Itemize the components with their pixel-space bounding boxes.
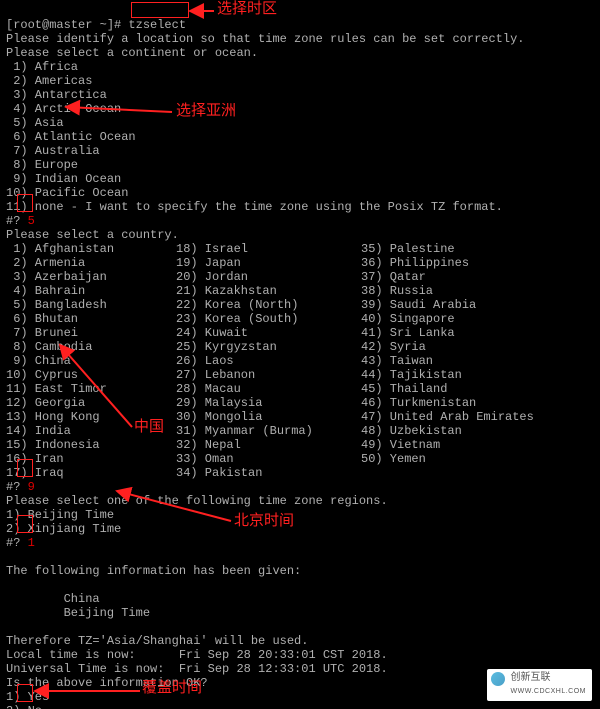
country-option: 10) Cyprus xyxy=(6,368,176,382)
country-option: 19) Japan xyxy=(176,256,361,270)
country-option: 5) Bangladesh xyxy=(6,298,176,312)
country-option: 35) Palestine xyxy=(361,242,455,256)
input-prompt: #? xyxy=(6,214,28,228)
continent-option: 4) Arctic Ocean xyxy=(6,102,121,116)
country-option: 14) India xyxy=(6,424,176,438)
country-option: 43) Taiwan xyxy=(361,354,433,368)
info-line: China xyxy=(6,592,100,606)
country-option: 31) Myanmar (Burma) xyxy=(176,424,361,438)
country-option: 20) Jordan xyxy=(176,270,361,284)
country-option: 21) Kazakhstan xyxy=(176,284,361,298)
input-prompt: #? xyxy=(6,536,28,550)
country-option: 4) Bahrain xyxy=(6,284,176,298)
country-option: 1) Afghanistan xyxy=(6,242,176,256)
shell-prompt: [root@master ~]# xyxy=(6,18,128,32)
tz-line: Therefore TZ='Asia/Shanghai' will be use… xyxy=(6,634,308,648)
country-option: 28) Macau xyxy=(176,382,361,396)
country-header: Please select a country. xyxy=(6,228,179,242)
watermark: 创新互联 WWW.CDCXHL.COM xyxy=(487,669,592,701)
continent-option: 6) Atlantic Ocean xyxy=(6,130,136,144)
country-option: 45) Thailand xyxy=(361,382,447,396)
country-option: 8) Cambodia xyxy=(6,340,176,354)
user-input[interactable]: 9 xyxy=(28,480,35,494)
intro-line-2: Please select a continent or ocean. xyxy=(6,46,258,60)
country-option: 37) Qatar xyxy=(361,270,426,284)
country-option: 30) Mongolia xyxy=(176,410,361,424)
region-option: 1) Beijing Time xyxy=(6,508,114,522)
continent-option: 1) Africa xyxy=(6,60,78,74)
country-option: 46) Turkmenistan xyxy=(361,396,476,410)
input-prompt: #? xyxy=(6,480,28,494)
country-option: 11) East Timor xyxy=(6,382,176,396)
continent-option: 10) Pacific Ocean xyxy=(6,186,128,200)
country-option: 25) Kyrgyzstan xyxy=(176,340,361,354)
info-line: Beijing Time xyxy=(6,606,150,620)
country-option: 23) Korea (South) xyxy=(176,312,361,326)
country-option: 47) United Arab Emirates xyxy=(361,410,534,424)
country-option: 27) Lebanon xyxy=(176,368,361,382)
user-input[interactable]: 5 xyxy=(28,214,35,228)
yn-option: 1) Yes xyxy=(6,690,49,704)
watermark-url: WWW.CDCXHL.COM xyxy=(511,685,586,699)
country-option: 49) Vietnam xyxy=(361,438,440,452)
terminal-output: [root@master ~]# tzselect Please identif… xyxy=(0,0,600,709)
country-option: 39) Saudi Arabia xyxy=(361,298,476,312)
country-option: 24) Kuwait xyxy=(176,326,361,340)
user-input[interactable]: 1 xyxy=(28,536,35,550)
country-option: 38) Russia xyxy=(361,284,433,298)
continent-option: 11) none - I want to specify the time zo… xyxy=(6,200,503,214)
country-option: 2) Armenia xyxy=(6,256,176,270)
country-option: 18) Israel xyxy=(176,242,361,256)
region-option: 2) Xinjiang Time xyxy=(6,522,121,536)
country-option: 15) Indonesia xyxy=(6,438,176,452)
country-option: 16) Iran xyxy=(6,452,176,466)
continent-option: 5) Asia xyxy=(6,116,64,130)
country-option: 22) Korea (North) xyxy=(176,298,361,312)
local-time: Local time is now: Fri Sep 28 20:33:01 C… xyxy=(6,648,388,662)
country-option: 48) Uzbekistan xyxy=(361,424,462,438)
ok-question: Is the above information OK? xyxy=(6,676,208,690)
continent-option: 8) Europe xyxy=(6,158,78,172)
country-option: 50) Yemen xyxy=(361,452,426,466)
country-option: 3) Azerbaijan xyxy=(6,270,176,284)
country-option: 32) Nepal xyxy=(176,438,361,452)
country-option: 9) China xyxy=(6,354,176,368)
command: tzselect xyxy=(128,18,186,32)
country-option: 40) Singapore xyxy=(361,312,455,326)
country-option: 42) Syria xyxy=(361,340,426,354)
country-option: 7) Brunei xyxy=(6,326,176,340)
region-header: Please select one of the following time … xyxy=(6,494,388,508)
country-option: 34) Pakistan xyxy=(176,466,361,480)
country-option: 36) Philippines xyxy=(361,256,469,270)
country-option: 29) Malaysia xyxy=(176,396,361,410)
country-option: 17) Iraq xyxy=(6,466,176,480)
watermark-title: 创新互联 xyxy=(511,671,586,685)
country-option: 44) Tajikistan xyxy=(361,368,462,382)
country-option: 12) Georgia xyxy=(6,396,176,410)
info-header: The following information has been given… xyxy=(6,564,301,578)
continent-option: 2) Americas xyxy=(6,74,92,88)
country-option: 41) Sri Lanka xyxy=(361,326,455,340)
intro-line-1: Please identify a location so that time … xyxy=(6,32,524,46)
country-option: 26) Laos xyxy=(176,354,361,368)
country-option: 6) Bhutan xyxy=(6,312,176,326)
yn-option: 2) No xyxy=(6,704,42,709)
continent-option: 9) Indian Ocean xyxy=(6,172,121,186)
country-option: 33) Oman xyxy=(176,452,361,466)
continent-option: 7) Australia xyxy=(6,144,100,158)
continent-option: 3) Antarctica xyxy=(6,88,107,102)
country-option: 13) Hong Kong xyxy=(6,410,176,424)
utc-time: Universal Time is now: Fri Sep 28 12:33:… xyxy=(6,662,388,676)
